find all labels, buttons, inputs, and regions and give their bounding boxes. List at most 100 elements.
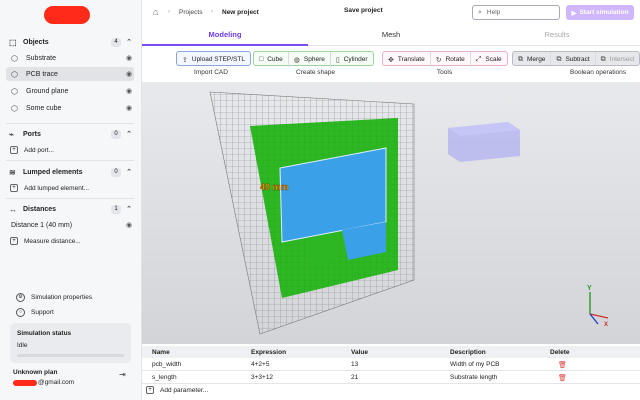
distances-section-header[interactable]: ↔ Distances 1 ⌃ [9, 203, 133, 215]
cube-icon: □ [259, 56, 264, 63]
rotate-icon: ↻ [435, 56, 442, 64]
upload-step-stl-button[interactable]: ⇪ Upload STEP/STL [177, 52, 250, 67]
ports-count-badge: 0 [111, 129, 121, 139]
boolean-group: ⧉ Merge ⧉ Subtract ⧉ Intersect [512, 51, 640, 66]
rotate-button[interactable]: ↻ Rotate [431, 52, 471, 67]
cube-label: Cube [267, 56, 283, 63]
import-group: ⇪ Upload STEP/STL [176, 51, 251, 66]
sidebar-item-pcb-trace[interactable]: ⬡ PCB trace ◉ [6, 67, 134, 81]
eye-icon[interactable]: ◉ [124, 221, 134, 229]
user-plan: Unknown plan [13, 369, 58, 376]
chevron-up-icon[interactable]: ⌃ [125, 168, 133, 176]
status-value: Idle [17, 342, 28, 349]
sidebar-item-label: Distance 1 (40 mm) [11, 221, 73, 229]
eye-icon[interactable]: ◉ [124, 70, 134, 78]
trash-icon[interactable]: 🗑 [558, 374, 567, 382]
measure-distance-button[interactable]: + Measure distance... [10, 237, 81, 245]
sidebar-item-distance-1[interactable]: Distance 1 (40 mm) ◉ [6, 218, 134, 232]
eye-icon[interactable]: ◉ [124, 87, 134, 95]
chevron-up-icon[interactable]: ⌃ [125, 38, 133, 46]
distances-count-badge: 1 [111, 204, 121, 214]
support-button[interactable]: ○ Support [16, 308, 54, 317]
chevron-up-icon[interactable]: ⌃ [125, 130, 133, 138]
sidebar-item-some-cube[interactable]: ⬡ Some cube ◉ [6, 101, 134, 115]
rotate-label: Rotate [445, 56, 465, 63]
divider [6, 123, 134, 124]
sidebar-item-substrate[interactable]: ⬡ Substrate ◉ [6, 51, 134, 65]
param-expression-cell[interactable]: 4+2+5 [251, 361, 269, 368]
param-name-cell[interactable]: s_length [152, 374, 177, 381]
cube-icon: ⬡ [11, 86, 18, 96]
sidebar: ⬚ Objects 4 ⌃ ⬡ Substrate ◉ ⬡ PCB trace … [0, 0, 142, 400]
table-header: Name Expression Value Description Delete [142, 346, 640, 358]
cylinder-button[interactable]: ▯ Cylinder [331, 52, 373, 67]
upload-icon: ⇪ [182, 56, 188, 64]
column-header-value: Value [351, 348, 368, 356]
breadcrumb-projects[interactable]: Projects [179, 9, 202, 16]
add-parameter-label: Add parameter... [160, 386, 209, 394]
sidebar-item-label: Ground plane [26, 87, 69, 95]
add-parameter-button[interactable]: + Add parameter... [146, 386, 208, 394]
param-value-cell: 13 [351, 361, 359, 368]
sphere-label: Sphere [303, 56, 325, 63]
scene-svg: 40 mm Y X [209, 91, 609, 335]
translate-button[interactable]: ✥ Translate [383, 52, 431, 67]
intersect-button[interactable]: ⧉ Intersect [596, 52, 639, 65]
param-description-cell[interactable]: Width of my PCB [450, 361, 499, 368]
translate-label: Translate [397, 56, 425, 63]
plus-icon: + [10, 237, 18, 245]
home-icon[interactable]: ⌂ [153, 7, 158, 17]
tab-mesh[interactable]: Mesh [308, 25, 474, 46]
axis-gizmo: Y X [587, 285, 609, 328]
3d-viewport[interactable]: 40 mm Y X [142, 82, 640, 344]
breadcrumb-current: New project [222, 9, 259, 16]
sphere-button[interactable]: ◍ Sphere [289, 52, 331, 67]
column-header-delete: Delete [550, 348, 570, 356]
chevron-up-icon[interactable]: ⌃ [125, 205, 133, 213]
cube-icon: ⬡ [11, 69, 18, 79]
logout-icon[interactable]: ⇥ [119, 370, 126, 379]
column-header-name: Name [152, 348, 170, 356]
toolbar: ⇪ Upload STEP/STL Import CAD □ Cube ◍ Sp… [142, 46, 640, 82]
cube-button[interactable]: □ Cube [254, 52, 289, 67]
shape-group: □ Cube ◍ Sphere ▯ Cylinder [253, 51, 374, 67]
add-lumped-element-button[interactable]: + Add lumped element... [10, 184, 89, 192]
sidebar-item-label: Substrate [26, 54, 56, 62]
lumped-title: Lumped elements [23, 168, 83, 176]
param-description-cell[interactable]: Substrate length [450, 374, 497, 381]
redacted-mark [13, 379, 37, 386]
scale-button[interactable]: ⤢ Scale [471, 52, 507, 67]
distance-measure-label: 40 mm [260, 182, 289, 192]
column-header-description: Description [450, 348, 486, 356]
simulation-properties-button[interactable]: ⚙ Simulation properties [16, 293, 92, 302]
top-bar: ⌂ › Projects › New project Save project … [142, 0, 640, 25]
scale-icon: ⤢ [475, 55, 482, 63]
subtract-button[interactable]: ⧉ Subtract [551, 52, 596, 65]
sidebar-item-label: Some cube [26, 104, 62, 112]
eye-icon[interactable]: ◉ [124, 54, 134, 62]
tab-modeling[interactable]: Modeling [142, 25, 308, 46]
start-simulation-button[interactable]: ▶ Start simulation [566, 5, 634, 20]
divider [6, 198, 134, 199]
objects-section-header[interactable]: ⬚ Objects 4 ⌃ [9, 36, 133, 48]
ports-section-header[interactable]: ⌁ Ports 0 ⌃ [9, 128, 133, 140]
table-row: s_length 3+3+12 21 Substrate length 🗑 [142, 372, 640, 384]
help-placeholder: Help [486, 9, 501, 16]
eye-icon[interactable]: ◉ [124, 104, 134, 112]
param-name-cell[interactable]: pcb_width [152, 361, 181, 368]
merge-button[interactable]: ⧉ Merge [513, 52, 552, 65]
ports-title: Ports [23, 130, 41, 138]
breadcrumb-separator: › [168, 9, 170, 15]
param-expression-cell[interactable]: 3+3+12 [251, 374, 273, 381]
table-row: pcb_width 4+2+5 13 Width of my PCB 🗑 [142, 359, 640, 371]
trash-icon[interactable]: 🗑 [558, 361, 567, 369]
parameter-table: Name Expression Value Description Delete… [142, 344, 640, 400]
boolean-group-label: Boolean operations [570, 69, 627, 76]
add-port-button[interactable]: + Add port... [10, 146, 54, 154]
import-group-label: Import CAD [194, 69, 228, 76]
tools-group-label: Tools [436, 69, 453, 76]
lumped-section-header[interactable]: ≋ Lumped elements 0 ⌃ [9, 166, 133, 178]
save-project-button[interactable]: Save project [344, 7, 383, 14]
sidebar-item-ground-plane[interactable]: ⬡ Ground plane ◉ [6, 84, 134, 98]
help-search-input[interactable]: ⌕ Help [472, 5, 560, 20]
